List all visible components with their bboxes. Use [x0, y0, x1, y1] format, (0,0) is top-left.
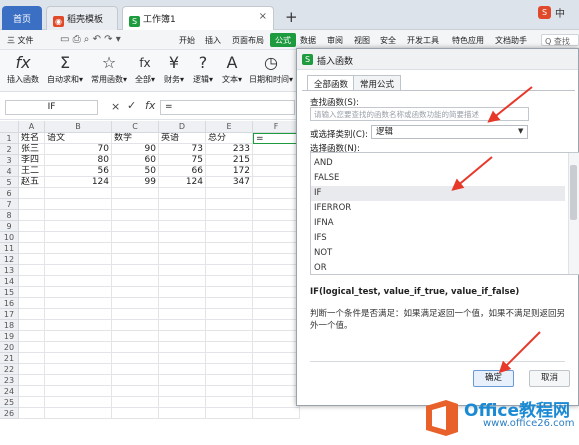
arrow-to-category	[487, 86, 533, 123]
arrow-to-ok	[498, 331, 541, 374]
arrow-to-if	[451, 156, 493, 191]
office-logo-icon	[426, 400, 458, 436]
watermark-url: www.office26.com	[483, 418, 575, 429]
annotation-arrows	[451, 86, 541, 374]
